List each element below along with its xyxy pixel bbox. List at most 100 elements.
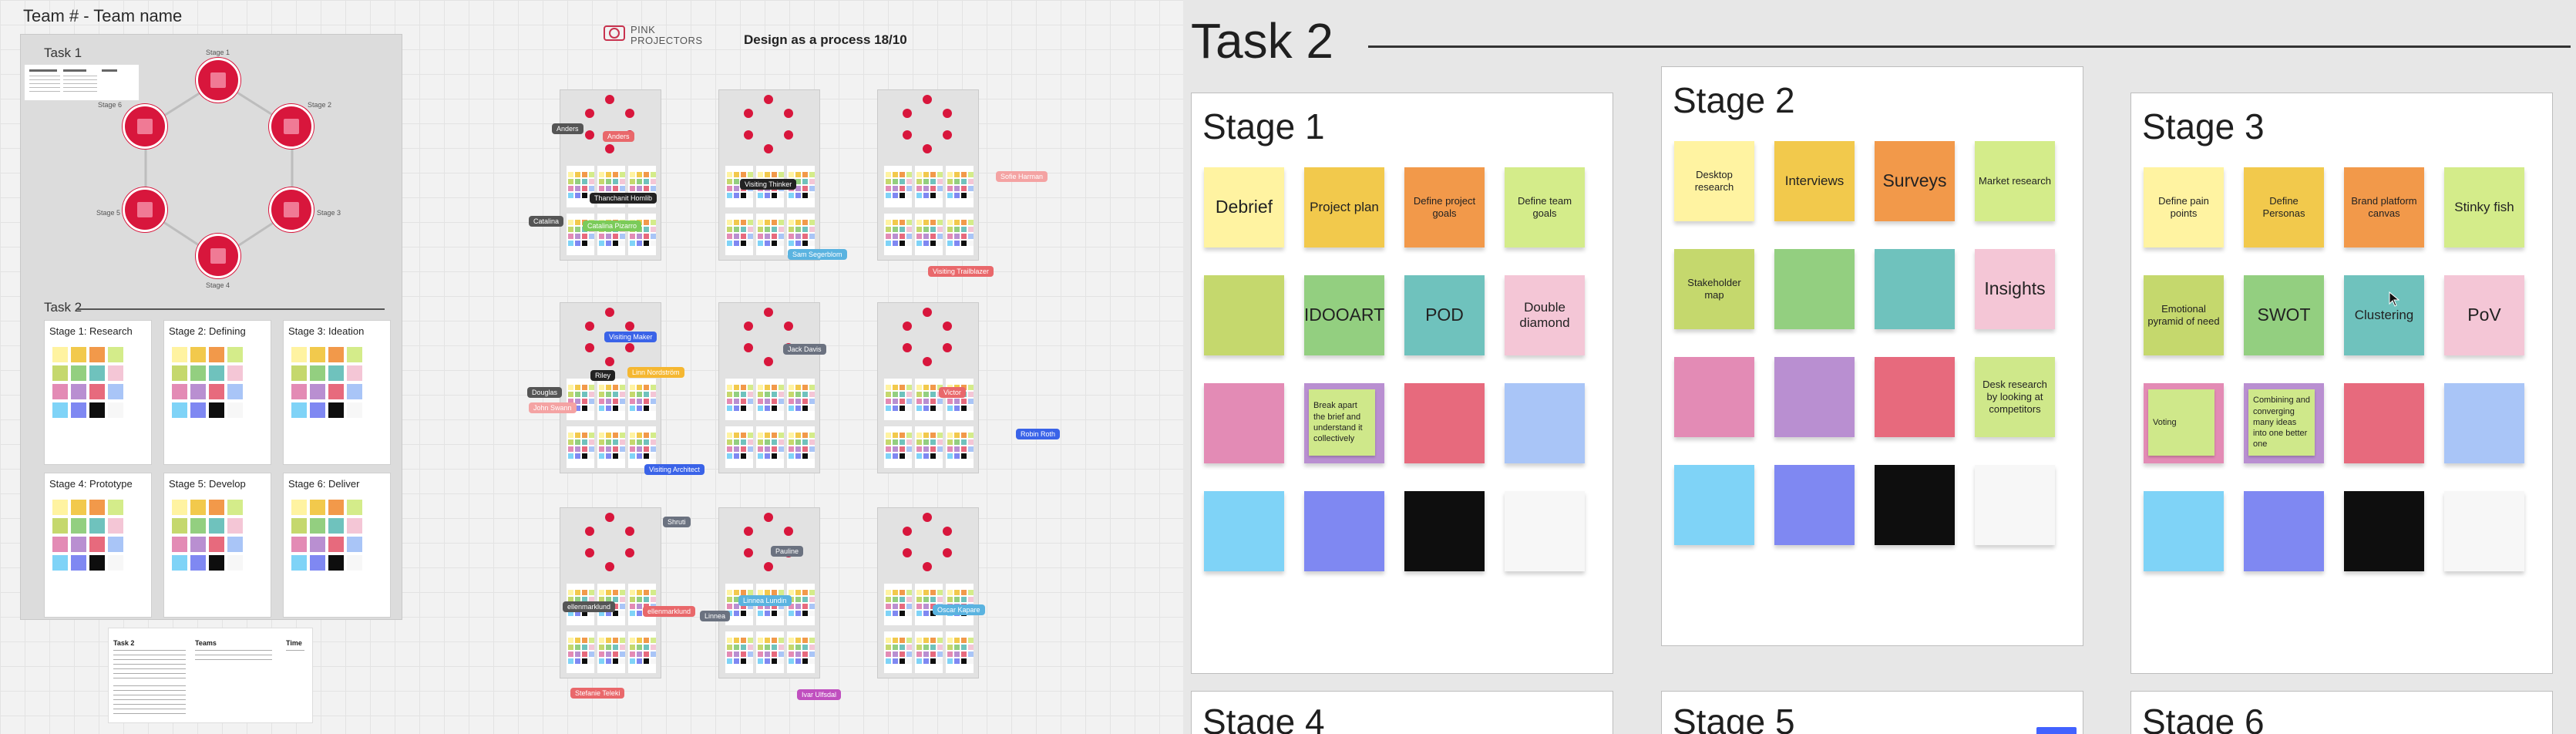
team-frame[interactable]	[877, 507, 979, 678]
mini-sticky	[599, 433, 604, 438]
mini-sticky	[582, 439, 587, 445]
sticky-note[interactable]: Desktop research	[1674, 141, 1754, 221]
sticky-note[interactable]	[1774, 465, 1855, 545]
task2-stage-card[interactable]: Stage 2: Defining	[163, 320, 271, 465]
zoomed-task2-view[interactable]: Task 2 Stage 1 Debrief Project plan Define…	[1183, 0, 2576, 734]
mini-sticky	[291, 537, 307, 552]
mini-sticky	[734, 406, 739, 411]
sticky-note[interactable]: IDOOART	[1304, 275, 1384, 355]
stage-board[interactable]: Stage 3 Define pain points Define Persona…	[2130, 93, 2553, 674]
stage-board[interactable]: Stage 4	[1191, 691, 1613, 734]
sticky-note[interactable]: Define pain points	[2144, 167, 2224, 247]
mini-sticky	[310, 518, 325, 534]
sticky-note[interactable]: Project plan	[1304, 167, 1384, 247]
stage-circle[interactable]	[269, 187, 314, 232]
team-frame[interactable]	[560, 89, 661, 261]
sticky-note[interactable]	[1674, 357, 1754, 437]
zoom-control[interactable]	[2036, 727, 2077, 734]
sticky-note[interactable]	[2444, 383, 2524, 463]
sticky-note[interactable]: SWOT	[2244, 275, 2324, 355]
sticky-note[interactable]	[2244, 491, 2324, 571]
sticky-note[interactable]: Insights	[1975, 249, 2055, 329]
sticky-note[interactable]	[1404, 383, 1485, 463]
team-template-frame[interactable]: Task 1 Stage 1 Stage 2 Stage 3 Stage 4 S…	[20, 34, 402, 620]
sticky-note[interactable]: Define team goals	[1505, 167, 1585, 247]
sticky-note[interactable]	[1404, 491, 1485, 571]
sticky-note[interactable]: Combining and converging many ideas into…	[2244, 383, 2324, 463]
sticky-note[interactable]: Break apart the brief and understand it …	[1304, 383, 1384, 463]
sticky-note[interactable]	[2344, 383, 2424, 463]
sticky-note[interactable]: Voting	[2144, 383, 2224, 463]
team-frame[interactable]	[718, 302, 820, 473]
sticky-note[interactable]: Stinky fish	[2444, 167, 2524, 247]
task2-stage-card[interactable]: Stage 1: Research	[44, 320, 152, 465]
sticky-note[interactable]	[1204, 275, 1284, 355]
sticky-note[interactable]	[2344, 491, 2424, 571]
nested-sticky-note[interactable]: Combining and converging many ideas into…	[2248, 389, 2315, 456]
mini-sticky	[930, 658, 936, 664]
mini-sticky	[190, 384, 206, 399]
stage-board[interactable]: Stage 2 Desktop research Interviews Survey…	[1661, 66, 2083, 646]
sticky-note[interactable]: Interviews	[1774, 141, 1855, 221]
mini-stage-card	[884, 214, 912, 255]
instructions-card[interactable]: Task 2 Teams Time	[108, 628, 313, 723]
mini-sticky	[734, 590, 739, 595]
sticky-note[interactable]: Desk research by looking at competitors	[1975, 357, 2055, 437]
sticky-note[interactable]	[1975, 465, 2055, 545]
board-canvas[interactable]: Team # - Team name Task 1 Stage 1 Stage …	[0, 0, 1183, 734]
sticky-note[interactable]	[2144, 491, 2224, 571]
sticky-note[interactable]: Stakeholder map	[1674, 249, 1754, 329]
sticky-note[interactable]: Emotional pyramid of need	[2144, 275, 2224, 355]
sticky-note[interactable]: Clustering	[2344, 275, 2424, 355]
stage-dot	[923, 95, 932, 104]
sticky-note-text: Define project goals	[1413, 194, 1476, 219]
team-frame[interactable]	[560, 507, 661, 678]
sticky-note[interactable]	[1774, 249, 1855, 329]
mini-sticky	[937, 179, 943, 184]
task2-stage-card[interactable]: Stage 3: Ideation	[283, 320, 391, 465]
team-frame[interactable]	[718, 89, 820, 261]
mini-sticky	[190, 402, 206, 418]
nested-sticky-note[interactable]: Voting	[2148, 389, 2214, 456]
sticky-note-text: Desktop research	[1694, 168, 1734, 193]
task2-stage-card[interactable]: Stage 5: Develop	[163, 473, 271, 618]
nested-sticky-note[interactable]: Break apart the brief and understand it …	[1309, 389, 1375, 456]
sticky-note[interactable]: Surveys	[1875, 141, 1955, 221]
sticky-note[interactable]	[2444, 491, 2524, 571]
sticky-note[interactable]	[1875, 249, 1955, 329]
stage-circle[interactable]	[269, 104, 314, 149]
stage-circle[interactable]	[196, 58, 240, 103]
stage-board[interactable]: Stage 5	[1661, 691, 2083, 734]
mini-sticky	[575, 446, 580, 452]
stage-circle[interactable]	[123, 187, 167, 232]
sticky-note[interactable]	[1304, 491, 1384, 571]
mini-sticky	[637, 406, 642, 411]
sticky-note[interactable]: Market research	[1975, 141, 2055, 221]
team-frame[interactable]	[560, 302, 661, 473]
sticky-note[interactable]	[1204, 491, 1284, 571]
sticky-note[interactable]: PoV	[2444, 275, 2524, 355]
sticky-note[interactable]: Debrief	[1204, 167, 1284, 247]
mini-sticky	[961, 658, 967, 664]
sticky-note[interactable]: Define project goals	[1404, 167, 1485, 247]
stage-circle[interactable]	[196, 234, 240, 278]
sticky-note[interactable]	[1875, 465, 1955, 545]
sticky-note[interactable]	[1674, 465, 1754, 545]
sticky-note[interactable]: Double diamond	[1505, 275, 1585, 355]
sticky-note[interactable]: Define Personas	[2244, 167, 2324, 247]
sticky-note[interactable]	[1875, 357, 1955, 437]
stage-board[interactable]: Stage 1 Debrief Project plan Define projec…	[1191, 93, 1613, 674]
task2-stage-card[interactable]: Stage 6: Deliver	[283, 473, 391, 618]
stage-board[interactable]: Stage 6	[2130, 691, 2553, 734]
sticky-note[interactable]	[1505, 383, 1585, 463]
team-frame[interactable]	[877, 89, 979, 261]
team-frame[interactable]	[718, 507, 820, 678]
sticky-note[interactable]: Brand platform canvas	[2344, 167, 2424, 247]
sticky-note[interactable]: POD	[1404, 275, 1485, 355]
sticky-note[interactable]	[1774, 357, 1855, 437]
sticky-note[interactable]	[1505, 491, 1585, 571]
task2-stage-card[interactable]: Stage 4: Prototype	[44, 473, 152, 618]
sticky-note[interactable]	[1204, 383, 1284, 463]
mini-sticky	[900, 439, 905, 445]
stage-circle[interactable]	[123, 104, 167, 149]
